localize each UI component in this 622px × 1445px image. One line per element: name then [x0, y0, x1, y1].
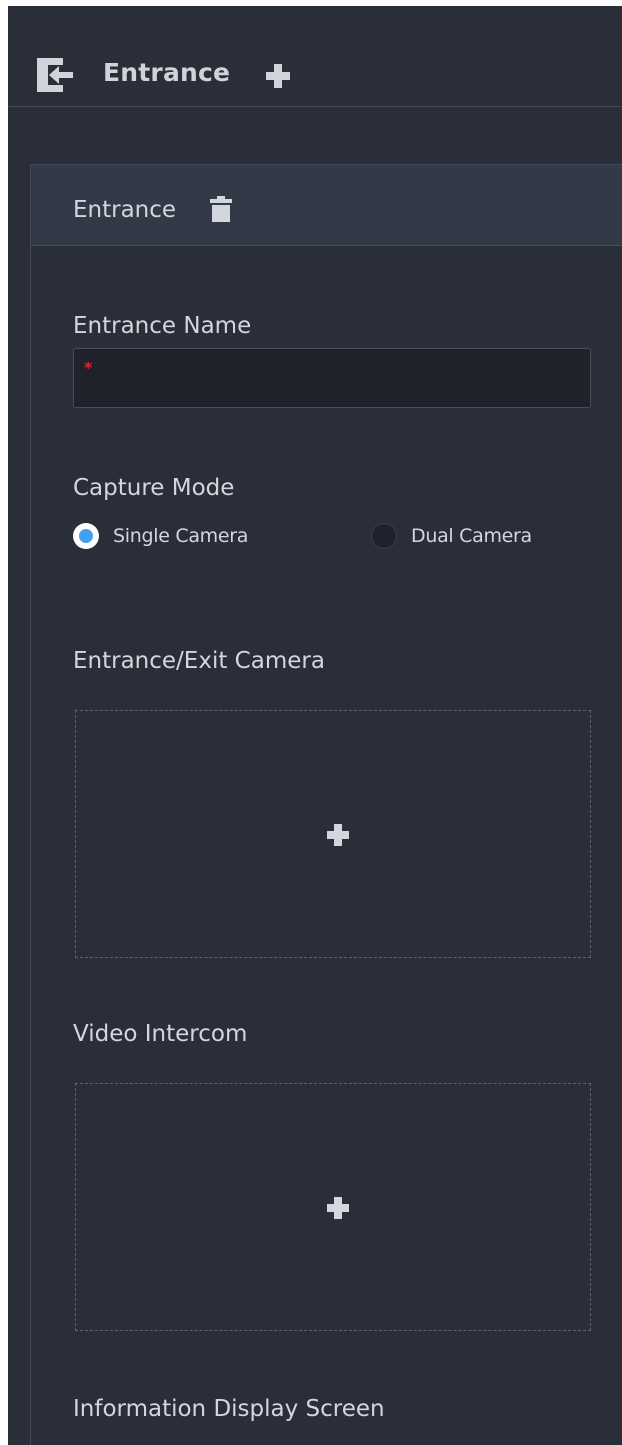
entrance-name-label: Entrance Name	[73, 313, 252, 339]
entrance-exit-camera-label: Entrance/Exit Camera	[73, 648, 325, 674]
plus-icon[interactable]	[325, 822, 351, 848]
entrance-panel: Entrance Entrance Name * Capture Mode Si…	[30, 164, 622, 1445]
radio-selected-icon[interactable]	[73, 523, 99, 549]
required-marker: *	[84, 358, 93, 377]
entrance-name-field[interactable]: *	[73, 348, 591, 409]
information-display-screen-label: Information Display Screen	[73, 1396, 385, 1422]
dual-camera-radio[interactable]: Dual Camera	[371, 521, 532, 551]
panel-header: Entrance	[31, 165, 622, 246]
single-camera-radio[interactable]: Single Camera	[73, 521, 248, 551]
single-camera-label: Single Camera	[113, 525, 249, 547]
video-intercom-label: Video Intercom	[73, 1021, 248, 1047]
capture-mode-label: Capture Mode	[73, 475, 235, 501]
add-entrance-plus-icon[interactable]	[264, 62, 292, 90]
trash-icon[interactable]	[209, 195, 233, 223]
add-video-intercom-area[interactable]	[75, 1083, 591, 1331]
entrance-name-input[interactable]	[94, 349, 578, 409]
dual-camera-label: Dual Camera	[411, 525, 532, 547]
page-title: Entrance	[103, 58, 231, 87]
panel-title: Entrance	[73, 197, 177, 223]
page-header: Entrance	[8, 6, 622, 107]
add-entrance-exit-camera-area[interactable]	[75, 710, 591, 958]
plus-icon[interactable]	[325, 1195, 351, 1221]
app-window: Entrance Entrance Entrance Name * Captur…	[8, 6, 622, 1445]
radio-unselected-icon[interactable]	[371, 523, 397, 549]
entrance-icon	[37, 58, 73, 92]
